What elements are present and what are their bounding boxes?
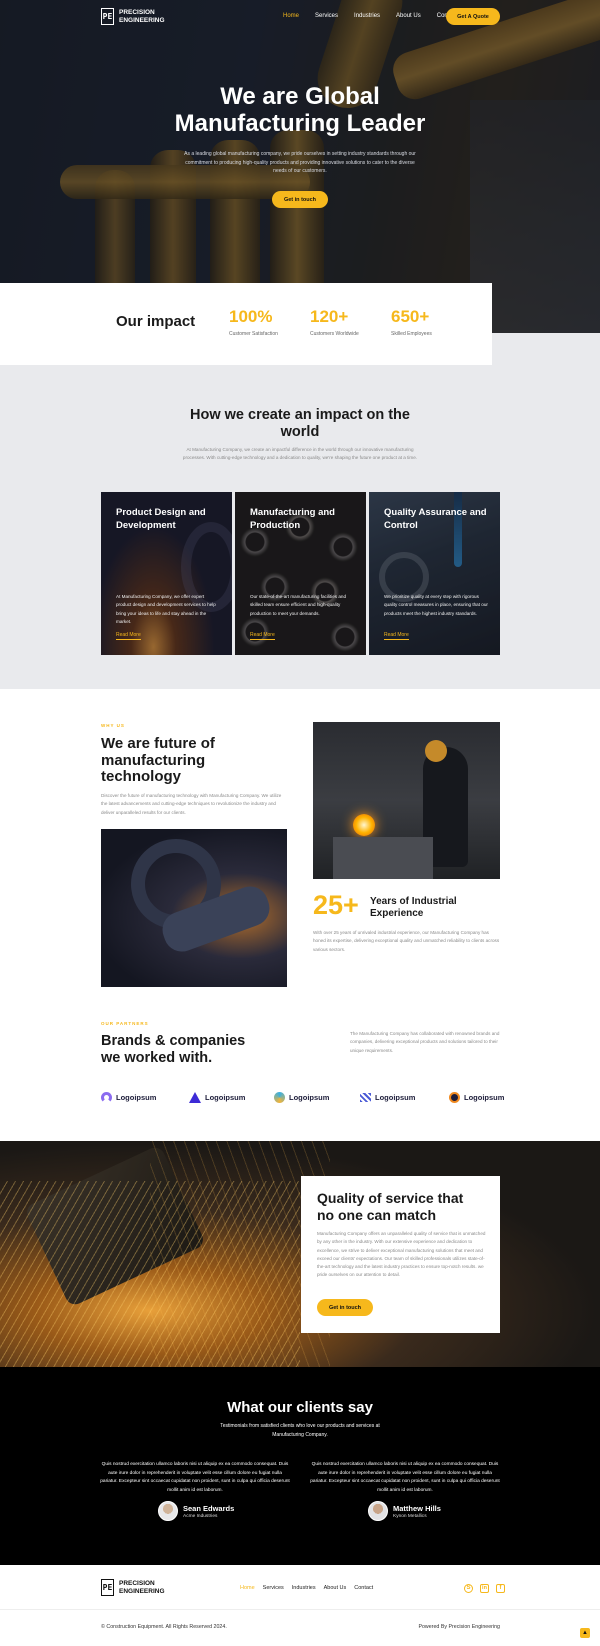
partner-logo: Logoipsum [189,1089,245,1105]
card-text: We prioritize quality at every step with… [384,594,488,616]
testimonials-section: What our clients say Testimonials from s… [0,1367,600,1565]
partner-logo: Logoipsum [449,1089,504,1105]
logo-mark-icon: PE [101,1579,114,1596]
quality-text: Manufacturing Company offers an unparall… [317,1231,486,1278]
quality-card: Quality of service that no one can match … [301,1176,500,1333]
impact-band: Our impact 100% Customer Satisfaction 12… [0,283,492,365]
nav-industries[interactable]: Industries [354,13,380,19]
brand-line1: PRECISION [119,9,155,16]
card-text: Our state-of-the-art manufacturing facil… [250,594,347,616]
testimonial-name: Matthew Hills [393,1504,441,1513]
skype-icon[interactable]: S [464,1584,473,1593]
facebook-icon[interactable]: f [496,1584,505,1593]
hero-text: As a leading global manufacturing compan… [184,151,416,174]
testimonials-subtitle: Testimonials from satisfied clients who … [220,1423,380,1438]
scroll-top-icon[interactable]: ▲ [580,1628,590,1638]
footer-nav-home[interactable]: Home [240,1585,255,1591]
partners-eyebrow: OUR PARTNERS [101,1021,149,1026]
footer-nav-services[interactable]: Services [263,1585,284,1591]
avatar [158,1501,178,1521]
hero-get-in-touch-button[interactable]: Get in touch [272,191,328,208]
service-card-quality: Quality Assurance and Control We priorit… [369,492,500,655]
card-text: At Manufacturing Company, we offer exper… [116,594,216,624]
copyright: © Construction Equipment. All Rights Res… [101,1624,227,1630]
brand-line2: ENGINEERING [119,16,165,24]
footer-logo[interactable]: PE PRECISION ENGINEERING [101,1579,165,1596]
nav-about[interactable]: About Us [396,13,421,19]
powered-by: Powered By Precision Engineering [418,1624,500,1630]
card-title: Manufacturing and Production [250,507,335,531]
how-title: How we create an impact on the world [190,407,410,440]
logoipsum-triangle-icon [189,1091,201,1103]
stat-value: 100% [229,307,273,326]
footer-nav-industries[interactable]: Industries [292,1585,316,1591]
read-more-link[interactable]: Read More [384,632,409,640]
footer-nav: Home Services Industries About Us Contac… [240,1585,381,1591]
stat-label: Customer Satisfaction [229,331,278,337]
hero-title: We are Global Manufacturing Leader [174,83,426,137]
partner-logo: Logoipsum [101,1089,156,1105]
stat-value: 650+ [391,307,430,326]
how-text: At Manufacturing Company, we create an i… [182,447,418,461]
years-value: 25+ [313,890,359,920]
social-links: S in f [464,1584,505,1593]
stat-label: Skilled Employees [391,331,432,337]
testimonial-company: Acme Industries [183,1514,218,1519]
logo-mark-icon: PE [101,8,114,25]
card-title: Quality Assurance and Control [384,507,487,531]
quality-title: Quality of service that no one can match [317,1190,464,1223]
testimonial-quote: Quis nostrud exercitation ullamco labori… [310,1462,500,1493]
impact-title: Our impact [116,313,196,330]
forge-worker-image [313,722,500,879]
avatar [368,1501,388,1521]
read-more-link[interactable]: Read More [250,632,275,640]
logoipsum-hex-icon [449,1091,460,1103]
quality-get-in-touch-button[interactable]: Get in touch [317,1299,373,1316]
footer-nav-about[interactable]: About Us [324,1585,347,1591]
stat-value: 120+ [310,307,349,326]
partners-text: The Manufacturing Company has collaborat… [350,1031,500,1053]
grinding-image [101,829,287,987]
service-card-design: Product Design and Development At Manufa… [101,492,232,655]
linkedin-icon[interactable]: in [480,1584,489,1593]
logoipsum-stripes-icon [360,1092,371,1102]
card-title: Product Design and Development [116,507,206,531]
brand-logo[interactable]: PE PRECISION ENGINEERING [101,8,165,25]
partner-logo: Logoipsum [360,1089,415,1105]
quality-section [0,1141,600,1367]
read-more-link[interactable]: Read More [116,632,141,640]
partner-logo: Logoipsum [274,1089,329,1105]
future-title: We are future of manufacturing technology [101,735,215,785]
partners-title: Brands & companies we worked with. [101,1033,246,1066]
nav-home[interactable]: Home [283,13,299,19]
footer-divider [0,1609,600,1610]
nav-services[interactable]: Services [315,13,338,19]
footer: PE PRECISION ENGINEERING Home Services In… [0,1565,600,1646]
main-nav: Home Services Industries About Us Contac… [283,13,473,19]
years-text: With over 25 years of unrivaled industri… [313,930,500,952]
footer-nav-contact[interactable]: Contact [354,1585,373,1591]
get-quote-button[interactable]: Get A Quote [446,8,500,25]
stat-label: Customers Worldwide [310,331,359,337]
future-text: Discover the future of manufacturing tec… [101,793,282,815]
years-label: Years of Industrial Experience [370,896,457,919]
testimonial-company: Kynon Metallics [393,1514,427,1519]
why-us-eyebrow: WHY US [101,723,125,728]
testimonials-title: What our clients say [227,1399,373,1416]
logoipsum-swirl-icon [274,1091,285,1103]
logoipsum-arc-icon [101,1091,112,1103]
testimonial-name: Sean Edwards [183,1504,235,1513]
service-card-production: Manufacturing and Production Our state-o… [235,492,366,655]
testimonial-quote: Quis nostrud exercitation ullamco labori… [100,1462,290,1493]
